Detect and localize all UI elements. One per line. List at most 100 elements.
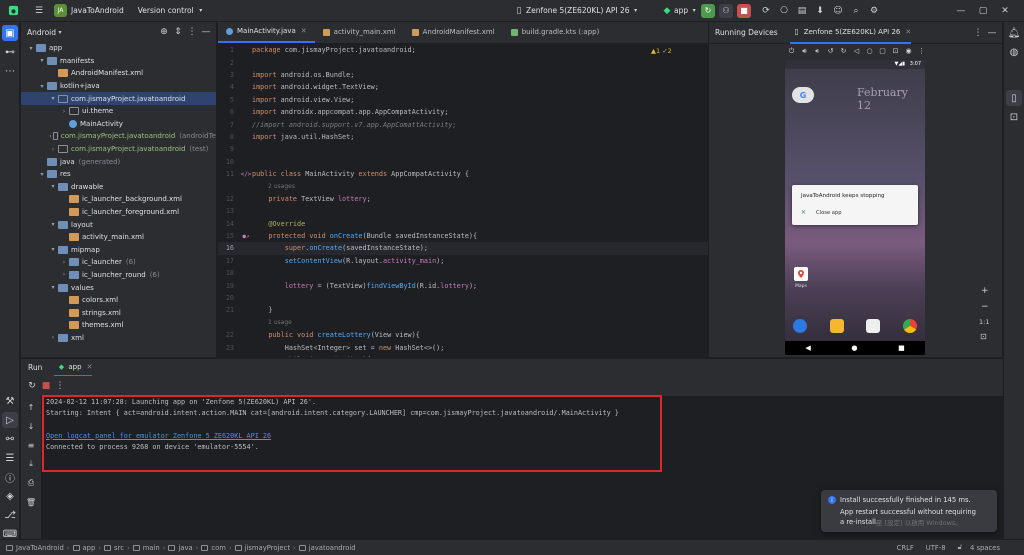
breadcrumb-item[interactable]: java [178,544,192,552]
extended-controls-icon[interactable]: ⋮ [915,44,928,58]
build-tool-icon[interactable]: ⚒ [2,393,18,409]
editor-tab[interactable]: AndroidManifest.xml [404,21,503,43]
chrome-app-icon[interactable] [902,319,917,333]
tree-item[interactable]: ic_launcher_foreground.xml [21,206,216,219]
running-devices-icon[interactable]: ▯ [1006,90,1022,106]
chevron-icon[interactable]: ▾ [38,83,46,90]
tree-item[interactable]: themes.xml [21,319,216,332]
locate-icon[interactable]: ⊕ [157,25,171,39]
sync-icon[interactable]: ⟳ [759,4,773,18]
notifications-icon[interactable]: 🔔︎ [1006,25,1022,41]
usage-hint[interactable]: 1 usage [218,317,708,329]
search-icon[interactable]: ⌕ [849,4,863,18]
close-icon[interactable]: ✕ [301,27,307,35]
soft-wrap-icon[interactable]: ≡ [23,437,39,453]
stop-icon[interactable]: ■ [39,379,53,393]
chevron-icon[interactable]: ▾ [49,183,57,190]
tree-item[interactable]: java (generated) [21,155,216,168]
home-icon[interactable]: ○ [863,44,876,58]
clear-icon[interactable]: 🗑︎ [23,494,39,510]
gutter-marker-icon[interactable]: ●↗ [240,233,252,240]
tree-item[interactable]: ▾ drawable [21,181,216,194]
google-search-icon[interactable]: G [792,87,814,103]
chevron-icon[interactable]: ▾ [49,221,57,228]
chevron-icon[interactable]: ▾ [27,45,35,52]
messages-app-icon[interactable] [829,319,844,333]
scroll-up-icon[interactable]: ↑ [23,399,39,415]
tree-item[interactable]: ▾ values [21,281,216,294]
device-tab[interactable]: ▯ Zenfone 5(ZE620KL) API 26 ✕ [789,22,912,44]
profile-icon[interactable]: ⎔ [777,4,791,18]
chevron-icon[interactable]: ▾ [38,171,46,178]
zoom-out-icon[interactable]: − [981,302,989,312]
device-selector[interactable]: ▯ Zenfone 5(ZE620KL) API 26 ▾ [512,4,640,18]
tree-item[interactable]: ▾ app [21,42,216,55]
close-icon[interactable]: ✕ [905,28,911,36]
maximize-icon[interactable]: ▢ [972,4,994,18]
run-config-selector[interactable]: ◆ app ▾ [660,4,698,18]
services-icon[interactable]: ◈ [2,488,18,504]
chevron-icon[interactable]: › [49,133,52,140]
tree-item[interactable]: strings.xml [21,306,216,319]
screenshot-icon[interactable]: ⊡ [889,44,902,58]
tree-item[interactable]: › com.jismayProject.javatoandroid (android… [21,130,216,143]
scroll-down-icon[interactable]: ↓ [23,418,39,434]
breadcrumb-item[interactable]: main [143,544,160,552]
chevron-icon[interactable]: ▾ [49,284,57,291]
inspection-widget[interactable]: ▲1 ✓2 [651,47,672,55]
chevron-icon[interactable]: › [60,259,68,266]
gradle-icon[interactable]: ◍ [1006,44,1022,60]
breadcrumb-item[interactable]: JavaToAndroid [16,544,64,552]
tree-item[interactable]: ▾ res [21,168,216,181]
maps-app-icon[interactable] [794,267,808,281]
close-app-button[interactable]: ✕ Close app [801,209,842,216]
device-manager-icon[interactable]: ▤ [795,4,809,18]
more-tools-icon[interactable]: ⋯ [2,63,18,79]
rerun-button[interactable]: ↻ [701,3,715,18]
chevron-icon[interactable]: ▾ [49,246,57,253]
chevron-icon[interactable]: › [49,334,57,341]
lock-icon[interactable]: 🔓︎ [958,543,962,552]
logcat-icon[interactable]: ☰ [2,450,18,466]
chevron-icon[interactable]: ▾ [38,57,46,64]
tree-item[interactable]: ic_launcher_background.xml [21,193,216,206]
more-options-icon[interactable]: ⋮ [53,379,67,393]
tree-item[interactable]: MainActivity [21,118,216,131]
breadcrumb-item[interactable]: jismayProject [245,544,290,552]
tree-item[interactable]: colors.xml [21,294,216,307]
rerun-icon[interactable]: ↻ [25,379,39,393]
breadcrumb-item[interactable]: com [211,544,226,552]
tree-item[interactable]: › com.jismayProject.javatoandroid (test) [21,143,216,156]
tree-item[interactable]: ▾ kotlin+java [21,80,216,93]
usage-hint[interactable]: 2 usages [218,180,708,192]
back-icon[interactable]: ◁ [850,44,863,58]
volume-up-icon[interactable]: 🔊︎ [798,44,811,58]
zoom-fit-icon[interactable]: ⊡ [980,332,987,341]
breadcrumb-item[interactable]: src [114,544,124,552]
commit-tool-icon[interactable]: ⊷ [2,44,18,60]
file-encoding[interactable]: UTF-8 [926,544,946,552]
options-icon[interactable]: ⋮ [971,26,985,40]
tree-item[interactable]: AndroidManifest.xml [21,67,216,80]
editor-tab[interactable]: MainActivity.java ✕ [218,21,315,43]
nav-home-icon[interactable]: ● [851,344,857,352]
editor-tab[interactable]: build.gradle.kts (:app) [503,21,608,43]
debug-button[interactable]: ⚇ [719,3,733,18]
tree-item[interactable]: › ui.theme [21,105,216,118]
main-menu-icon[interactable]: ☰ [32,4,46,18]
code-editor[interactable]: ▲1 ✓2 1 package com.jismayProject.javatoa… [218,44,708,357]
account-icon[interactable]: ☺ [831,4,845,18]
tree-item[interactable]: ▾ layout [21,218,216,231]
run-tool-icon[interactable]: ▷ [2,412,18,428]
chevron-icon[interactable]: › [49,146,57,153]
tree-item[interactable]: › ic_launcher_round (6) [21,269,216,282]
project-tool-icon[interactable]: ▣ [2,25,18,41]
power-icon[interactable]: ⏻ [785,44,798,58]
breadcrumb-item[interactable]: javatoandroid [309,544,356,552]
gutter-marker-icon[interactable]: </> [240,171,252,178]
rotate-right-icon[interactable]: ↻ [837,44,850,58]
version-control-icon[interactable]: ⎇ [2,507,18,523]
hide-icon[interactable]: — [985,26,999,40]
overview-icon[interactable]: ▢ [876,44,889,58]
indent-setting[interactable]: 4 spaces [970,544,1000,552]
